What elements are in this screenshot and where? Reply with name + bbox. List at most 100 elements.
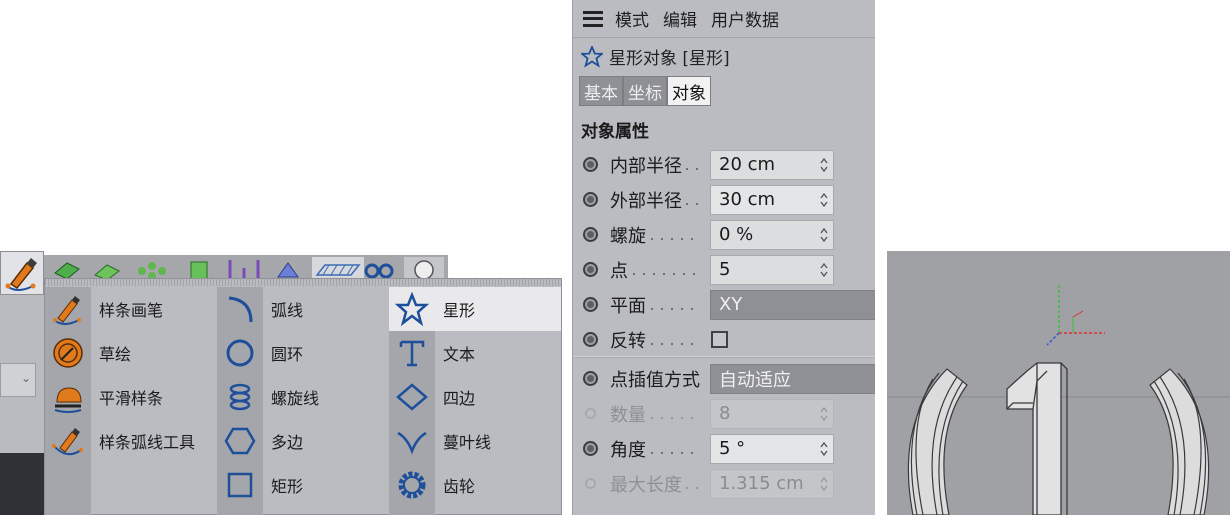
floor-icon (315, 264, 361, 276)
reverse-checkbox[interactable] (711, 331, 728, 348)
interpolation-dropdown[interactable]: 自动适应 (710, 363, 875, 394)
param-label: 反转 (610, 330, 646, 352)
menu-item-four-sides[interactable]: 四边 (389, 375, 561, 419)
menu-edit[interactable]: 编辑 (663, 6, 697, 31)
dot-leader (686, 168, 698, 170)
section-title: 对象属性 (581, 122, 649, 142)
menu-item-circle[interactable]: 圆环 (217, 331, 387, 375)
param-interpolation: 点插值方式 自动适应 (573, 361, 875, 396)
spline-column-3: 星形 文本 四边 蔓叶线 齿轮 (389, 287, 561, 515)
menu-item-cogwheel[interactable]: 齿轮 (389, 463, 561, 507)
plane-dropdown[interactable]: XY (710, 289, 875, 320)
spinner-arrows-icon[interactable] (819, 227, 829, 243)
menu-item-text[interactable]: 文本 (389, 331, 561, 375)
animate-radio[interactable] (583, 371, 598, 386)
menu-item-rectangle[interactable]: 矩形 (217, 463, 387, 507)
points-input[interactable]: 5 (710, 254, 834, 285)
param-label: 外部半径 (610, 190, 682, 212)
param-angle: 角度 5 ° (573, 431, 875, 466)
helix-icon (217, 375, 263, 419)
param-plane: 平面 XY (573, 287, 875, 322)
polygon-icon (217, 419, 263, 463)
field-value: 30 cm (719, 189, 776, 210)
spline-palette-area: ⌄ 样条画笔 草绘 平滑样条 样条弧线工具 弧线 圆环 螺旋线 多边 矩形 星形… (0, 251, 563, 515)
menu-item-arc[interactable]: 弧线 (217, 287, 387, 331)
cogwheel-icon (389, 463, 435, 507)
spinner-arrows-icon[interactable] (819, 157, 829, 173)
spline-column-2: 弧线 圆环 螺旋线 多边 矩形 (217, 287, 387, 515)
tab-object[interactable]: 对象 (667, 76, 711, 106)
field-value: 1.315 cm (719, 473, 804, 494)
menu-item-polygon[interactable]: 多边 (217, 419, 387, 463)
param-max-length: 最大长度 1.315 cm (573, 466, 875, 501)
tab-basic[interactable]: 基本 (579, 76, 623, 106)
helix-input[interactable]: 0 % (710, 219, 834, 250)
tab-coord[interactable]: 坐标 (623, 76, 667, 106)
menu-item-label: 四边 (443, 389, 476, 408)
animate-radio[interactable] (583, 441, 598, 456)
animate-radio[interactable] (583, 192, 598, 207)
menu-mode[interactable]: 模式 (615, 6, 649, 31)
outer-radius-input[interactable]: 30 cm (710, 184, 834, 215)
field-value: 8 (719, 403, 731, 424)
menu-item-sketch[interactable]: 草绘 (45, 331, 215, 375)
menu-item-label: 多边 (271, 433, 304, 452)
field-value: XY (719, 294, 743, 315)
menu-item-label: 文本 (443, 345, 476, 364)
param-label: 内部半径 (610, 155, 682, 177)
menu-user-data[interactable]: 用户数据 (711, 6, 779, 31)
menu-item-helix[interactable]: 螺旋线 (217, 375, 387, 419)
param-outer-radius: 外部半径 30 cm (573, 182, 875, 217)
param-number: 数量 8 (573, 396, 875, 431)
spline-pen-icon (5, 258, 37, 291)
field-value: 0 % (719, 224, 754, 245)
field-value: 5 (719, 259, 731, 280)
left-strip: ⌄ (0, 295, 44, 515)
menu-item-spline-pen[interactable]: 样条画笔 (45, 287, 215, 331)
section-divider (573, 356, 875, 358)
dot-leader (686, 487, 698, 489)
menu-item-label: 矩形 (271, 477, 304, 496)
dot-leader (651, 452, 699, 454)
spinner-arrows-icon[interactable] (819, 192, 829, 208)
dot-leader (651, 417, 699, 419)
3d-viewport[interactable] (887, 251, 1230, 515)
attribute-tabs: 基本 坐标 对象 (579, 76, 711, 106)
spinner-arrows-icon[interactable] (819, 262, 829, 278)
animate-radio[interactable] (583, 297, 598, 312)
left-dropdown[interactable]: ⌄ (0, 363, 36, 397)
sketch-icon (45, 331, 91, 375)
left-dark-panel (0, 453, 44, 515)
spline-pen-icon (45, 287, 91, 331)
menu-item-label: 螺旋线 (271, 389, 320, 408)
menu-item-cissoid[interactable]: 蔓叶线 (389, 419, 561, 463)
param-label: 螺旋 (610, 225, 646, 247)
animate-radio[interactable] (583, 262, 598, 277)
menu-item-label: 弧线 (271, 301, 304, 320)
inner-radius-input[interactable]: 20 cm (710, 149, 834, 180)
spline-pen-tool-button[interactable] (0, 251, 44, 295)
popup-grip[interactable] (45, 279, 561, 286)
param-helix: 螺旋 0 % (573, 217, 875, 252)
menu-item-smooth-spline[interactable]: 平滑样条 (45, 375, 215, 419)
rectangle-icon (217, 463, 263, 507)
animate-radio[interactable] (583, 227, 598, 242)
menu-item-star[interactable]: 星形 (389, 287, 561, 331)
text-icon (389, 331, 435, 375)
hamburger-menu-icon[interactable] (583, 10, 603, 27)
left-bracket-mesh (907, 368, 968, 515)
animate-radio[interactable] (583, 332, 598, 347)
cissoid-icon (389, 419, 435, 463)
param-label: 最大长度 (610, 474, 682, 496)
spinner-arrows-icon[interactable] (819, 441, 829, 457)
max-length-input: 1.315 cm (710, 468, 834, 499)
animate-radio[interactable] (583, 157, 598, 172)
field-value: 自动适应 (719, 369, 791, 391)
menu-item-spline-arc-tool[interactable]: 样条弧线工具 (45, 419, 215, 463)
menu-item-label: 样条画笔 (99, 301, 164, 320)
object-title-bar: 星形对象 [星形] (573, 38, 875, 75)
angle-input[interactable]: 5 ° (710, 433, 834, 464)
param-points: 点 5 (573, 252, 875, 287)
circle-icon (217, 331, 263, 375)
field-value: 20 cm (719, 154, 776, 175)
